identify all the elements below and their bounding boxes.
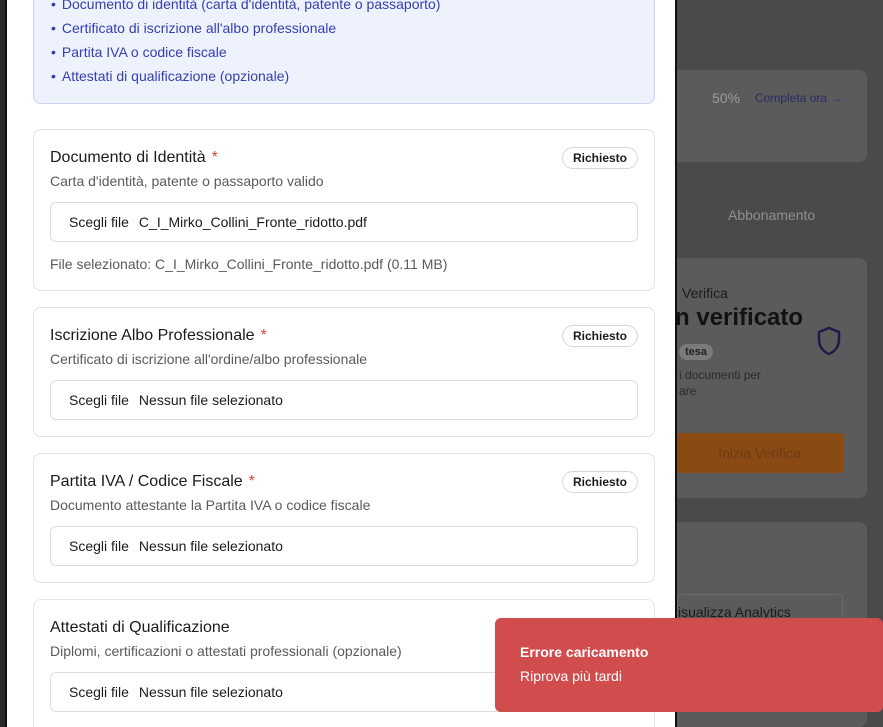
start-verification-button[interactable]: Inizia Verifica [675, 433, 844, 473]
verification-card: Verifica n verificato tesa i documenti p… [665, 258, 867, 498]
file-name: Nessun file selezionato [138, 392, 283, 408]
qualification-certificates-description: Diplomi, certificazioni o attestati prof… [50, 643, 402, 659]
list-item: Attestati di qualificazione (opzionale) [51, 66, 440, 90]
vat-file-input[interactable]: Scegli file Nessun file selezionato [50, 526, 638, 566]
file-name: C_I_Mirko_Collini_Fronte_ridotto.pdf [138, 214, 367, 230]
verification-status: n verificato [675, 304, 804, 331]
required-documents-list: Documento di identità (carta d'identità,… [51, 0, 441, 90]
required-asterisk: * [260, 327, 267, 344]
choose-file-button[interactable]: Scegli file [69, 214, 129, 230]
toast-title: Errore caricamento [520, 644, 649, 660]
choose-file-button[interactable]: Scegli file [69, 392, 129, 408]
list-item: Documento di identità (carta d'identità,… [51, 0, 441, 18]
tab-abbonamento[interactable]: Abbonamento [728, 207, 815, 223]
vat-tax-code-description: Documento attestante la Partita IVA o co… [50, 497, 371, 513]
identity-document-title-text: Documento di Identità [50, 149, 206, 166]
required-asterisk: * [248, 473, 255, 490]
verification-subtitle: Verifica [682, 285, 728, 301]
albo-registration-title: Iscrizione Albo Professionale * [50, 327, 267, 345]
profile-progress-card: 50% Completa ora → [665, 70, 867, 162]
qualification-certificates-title: Attestati di Qualificazione [50, 619, 230, 637]
upload-error-toast[interactable]: Errore caricamento Riprova più tardi [495, 618, 883, 712]
identity-document-card: Documento di Identità * Richiesto Carta d… [33, 129, 655, 291]
pending-badge: tesa [679, 344, 714, 360]
vat-tax-code-title-text: Partita IVA / Codice Fiscale [50, 473, 243, 490]
qualification-certificates-title-text: Attestati di Qualificazione [50, 619, 230, 636]
albo-file-input[interactable]: Scegli file Nessun file selezionato [50, 380, 638, 420]
file-name: Nessun file selezionato [138, 538, 283, 554]
selected-file-note: File selezionato: C_I_Mirko_Collini_Fron… [50, 256, 448, 272]
documents-hint-line2: are [679, 384, 697, 398]
required-badge: Richiesto [561, 471, 638, 493]
required-badge: Richiesto [561, 325, 638, 347]
list-item: Certificato di iscrizione all'albo profe… [51, 18, 440, 42]
albo-registration-title-text: Iscrizione Albo Professionale [50, 327, 255, 344]
choose-file-button[interactable]: Scegli file [69, 538, 129, 554]
identity-document-description: Carta d'identità, patente o passaporto v… [50, 173, 324, 189]
list-item: Partita IVA o codice fiscale [51, 42, 440, 66]
albo-registration-card: Iscrizione Albo Professionale * Richiesto… [33, 307, 655, 437]
albo-registration-description: Certificato di iscrizione all'ordine/alb… [50, 351, 368, 367]
vat-tax-code-title: Partita IVA / Codice Fiscale * [50, 473, 255, 491]
documents-hint-line1: i documenti per [679, 368, 762, 382]
start-verification-label: Inizia Verifica [718, 445, 801, 461]
shield-icon [817, 326, 841, 356]
required-badge: Richiesto [561, 147, 638, 169]
identity-document-title: Documento di Identità * [50, 149, 218, 167]
choose-file-button[interactable]: Scegli file [69, 684, 129, 700]
file-name: Nessun file selezionato [138, 684, 283, 700]
complete-now-link[interactable]: Completa ora → [755, 91, 842, 105]
toast-message: Riprova più tardi [520, 668, 622, 684]
required-asterisk: * [211, 149, 218, 166]
progress-percent: 50% [712, 90, 741, 106]
vat-tax-code-card: Partita IVA / Codice Fiscale * Richiesto … [33, 453, 655, 583]
identity-file-input[interactable]: Scegli file C_I_Mirko_Collini_Fronte_rid… [50, 202, 638, 242]
